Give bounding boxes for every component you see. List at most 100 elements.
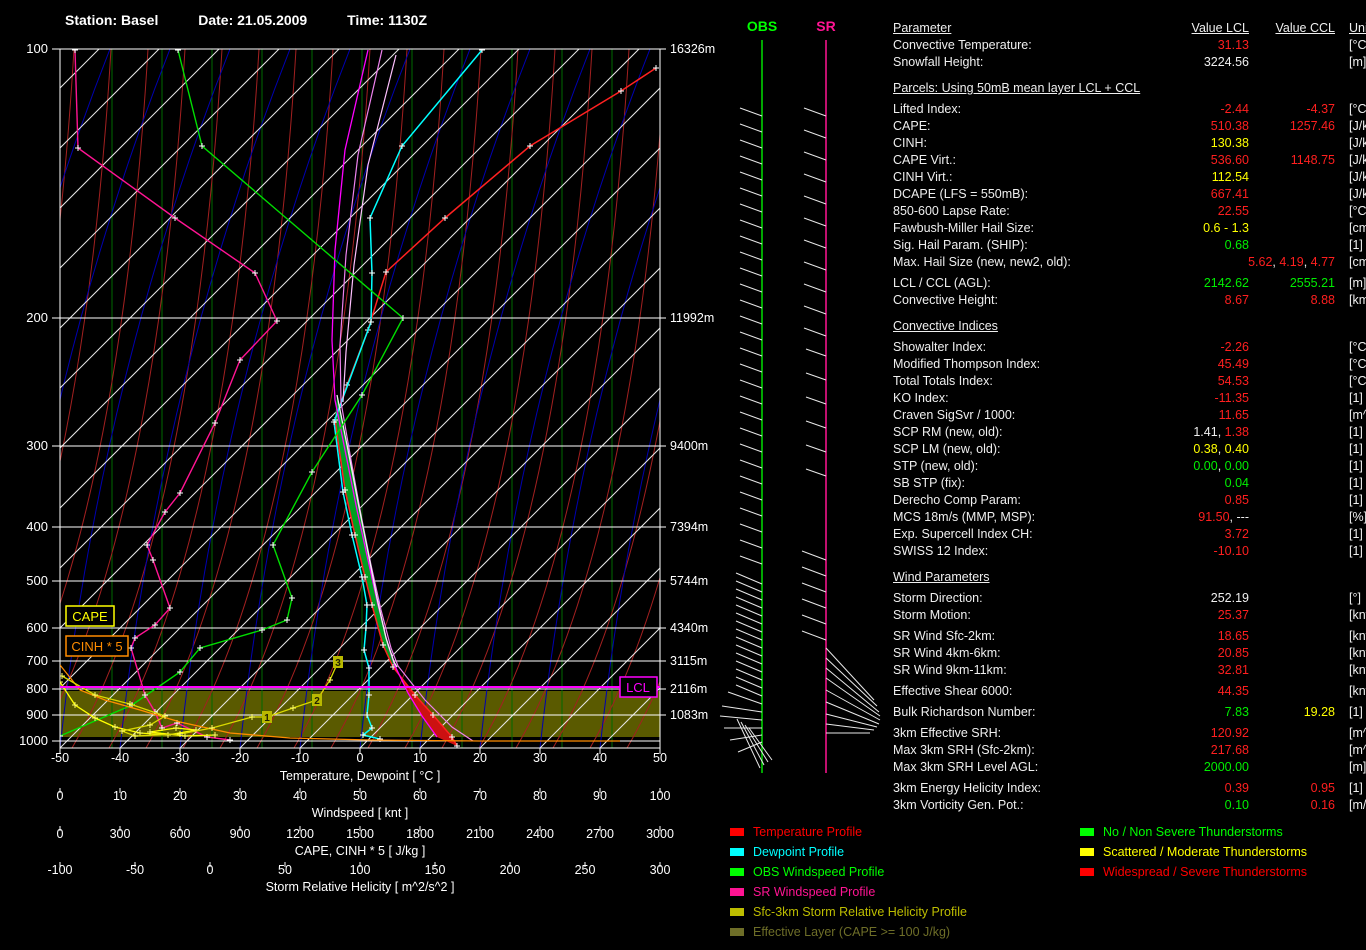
parameter-value-lcl: 45.49 bbox=[1133, 356, 1249, 373]
parameter-label: SB STP (fix): bbox=[893, 475, 1133, 492]
profiles-group bbox=[57, 47, 659, 749]
wind-barb bbox=[802, 615, 826, 624]
sr-windspeed-marker bbox=[227, 737, 233, 743]
km-marker-label: 2 bbox=[314, 696, 320, 707]
x-axis-tick-label: 2100 bbox=[466, 827, 494, 841]
parameter-label: 3km Vorticity Gen. Pot.: bbox=[893, 797, 1133, 814]
parameter-value-lcl: 0.39 bbox=[1133, 780, 1249, 797]
x-axis-tick-label: 80 bbox=[533, 789, 547, 803]
parameter-row: Effective Shear 6000:44.35[knt] bbox=[893, 683, 1366, 700]
parameter-value: 25.37 bbox=[1218, 608, 1249, 622]
parameter-unit: [m] bbox=[1335, 759, 1366, 776]
parameter-value-lcl: 3224.56 bbox=[1133, 54, 1249, 71]
parameter-label: Snowfall Height: bbox=[893, 54, 1133, 71]
altitude-label: 3115m bbox=[670, 654, 707, 668]
parameter-label: Sig. Hail Param. (SHIP): bbox=[893, 237, 1133, 254]
wind-barb bbox=[740, 172, 762, 180]
parameter-value-lcl: 510.38 bbox=[1133, 118, 1249, 135]
moist-adiabat-line bbox=[368, 49, 518, 748]
parameter-unit: [m^2/s^2] bbox=[1335, 725, 1366, 742]
parameter-value: 7.83 bbox=[1225, 705, 1249, 719]
severity-legend-item: Scattered / Moderate Thunderstorms bbox=[1080, 842, 1307, 862]
parameter-value: , bbox=[1218, 442, 1225, 456]
parameter-label: Bulk Richardson Number: bbox=[893, 704, 1133, 721]
pressure-tick-label: 1000 bbox=[19, 733, 48, 748]
parameter-row: Max 3km SRH (Sfc-2km):217.68[m^2/s^2] bbox=[893, 742, 1366, 759]
legend-swatch bbox=[730, 868, 744, 876]
parameter-unit: [1] bbox=[1335, 424, 1366, 441]
parameter-value: -11.35 bbox=[1214, 391, 1249, 405]
parameter-value: -2.26 bbox=[1221, 340, 1250, 354]
parameter-value: -2.44 bbox=[1221, 102, 1250, 116]
parameter-value: 18.65 bbox=[1218, 629, 1249, 643]
x-axis-tick-label: 250 bbox=[575, 863, 596, 877]
wind-barb bbox=[740, 460, 762, 468]
x-axis-tick-label: 60 bbox=[413, 789, 427, 803]
isotherm-diagonal-line bbox=[180, 49, 879, 748]
isotherm-diagonal-line bbox=[60, 49, 759, 748]
parameter-value: 0.85 bbox=[1225, 493, 1249, 507]
pressure-tick-label: 300 bbox=[26, 438, 48, 453]
x-axis-title: CAPE, CINH * 5 [ J/kg ] bbox=[295, 844, 426, 858]
parameter-unit: [%] bbox=[1335, 509, 1366, 526]
sr-column-label: SR bbox=[816, 18, 835, 34]
parameter-value-lcl: 44.35 bbox=[1133, 683, 1249, 700]
wind-columns: OBSSR bbox=[720, 18, 880, 773]
x-axis-tick-label: -50 bbox=[126, 863, 144, 877]
parameter-row: 3km Energy Helicity Index:0.390.95[1] bbox=[893, 780, 1366, 797]
x-axis-tick-label: 30 bbox=[533, 751, 547, 765]
altitude-label: 2116m bbox=[670, 682, 707, 696]
parameter-value: 1148.75 bbox=[1291, 153, 1335, 167]
parameter-value: 19.28 bbox=[1304, 705, 1335, 719]
parameter-value-lcl: 1.41, 1.38 bbox=[1133, 424, 1249, 441]
legend-label: Widespread / Severe Thunderstorms bbox=[1103, 862, 1307, 882]
parameter-row: SR Wind 9km-11km:32.81[knt] HP bbox=[893, 662, 1366, 679]
wind-barb bbox=[826, 658, 877, 706]
x-axis-tick-label: 10 bbox=[413, 751, 427, 765]
parameter-label: DCAPE (LFS = 550mB): bbox=[893, 186, 1133, 203]
parameter-unit: [1] bbox=[1335, 390, 1366, 407]
parameter-value-lcl: 8.67 bbox=[1133, 292, 1249, 309]
parameter-value-lcl: 0.04 bbox=[1133, 475, 1249, 492]
parameter-unit: [1] bbox=[1335, 526, 1366, 543]
moist-adiabat-line bbox=[0, 49, 74, 748]
parameter-unit: [J/kg] bbox=[1335, 186, 1366, 203]
panel-header-row: ParameterValue LCLValue CCLUnit bbox=[893, 20, 1366, 37]
parameter-row: SWISS 12 Index:-10.10[1] bbox=[893, 543, 1366, 560]
profile-legend-item: OBS Windspeed Profile bbox=[730, 862, 967, 882]
wind-barb bbox=[722, 706, 762, 712]
parameter-row: Bulk Richardson Number:7.8319.28[1] bbox=[893, 704, 1366, 721]
x-axis-tick-label: 100 bbox=[350, 863, 371, 877]
parameter-row: Craven SigSvr / 1000:11.65[m^3/s^3] bbox=[893, 407, 1366, 424]
parameter-label: SCP LM (new, old): bbox=[893, 441, 1133, 458]
legend-swatch bbox=[1080, 848, 1094, 856]
parameter-value: 22.55 bbox=[1218, 204, 1249, 218]
parameter-value: 2000.00 bbox=[1204, 760, 1249, 774]
wind-barb bbox=[804, 174, 826, 182]
parameter-value: 536.60 bbox=[1211, 153, 1249, 167]
parameter-row: Modified Thompson Index:45.49[°C] bbox=[893, 356, 1366, 373]
dewpoint-line bbox=[334, 50, 482, 739]
parameter-value-ccl: 8.88 bbox=[1249, 292, 1335, 309]
parameter-row: DCAPE (LFS = 550mB):667.41[J/kg] bbox=[893, 186, 1366, 203]
x-axis-tick-label: 0 bbox=[57, 789, 64, 803]
parameter-value-lcl: 130.38 bbox=[1133, 135, 1249, 152]
parameter-label: SWISS 12 Index: bbox=[893, 543, 1133, 560]
wind-barb bbox=[740, 316, 762, 324]
wind-barb bbox=[740, 300, 762, 308]
wind-barb bbox=[740, 524, 762, 532]
parameter-row: LCL / CCL (AGL):2142.622555.21[m] bbox=[893, 275, 1366, 292]
legend-label: Scattered / Moderate Thunderstorms bbox=[1103, 842, 1307, 862]
parameter-value-lcl: -11.35 bbox=[1133, 390, 1249, 407]
parameter-value: 1.41 bbox=[1193, 425, 1217, 439]
parameter-row: SR Wind Sfc-2km:18.65[knt] bbox=[893, 628, 1366, 645]
parameter-value: 1.38 bbox=[1225, 425, 1249, 439]
parameter-row: CINH:130.38[J/kg] bbox=[893, 135, 1366, 152]
profile-legend-item: Sfc-3km Storm Relative Helicity Profile bbox=[730, 902, 967, 922]
parameter-value-lcl: 18.65 bbox=[1133, 628, 1249, 645]
dewpoint-marker bbox=[368, 319, 374, 325]
wind-barb bbox=[740, 284, 762, 292]
parameter-unit: [knt] HP bbox=[1335, 662, 1366, 679]
moist-adiabat-line bbox=[553, 49, 703, 748]
parameter-value-lcl: 11.65 bbox=[1133, 407, 1249, 424]
